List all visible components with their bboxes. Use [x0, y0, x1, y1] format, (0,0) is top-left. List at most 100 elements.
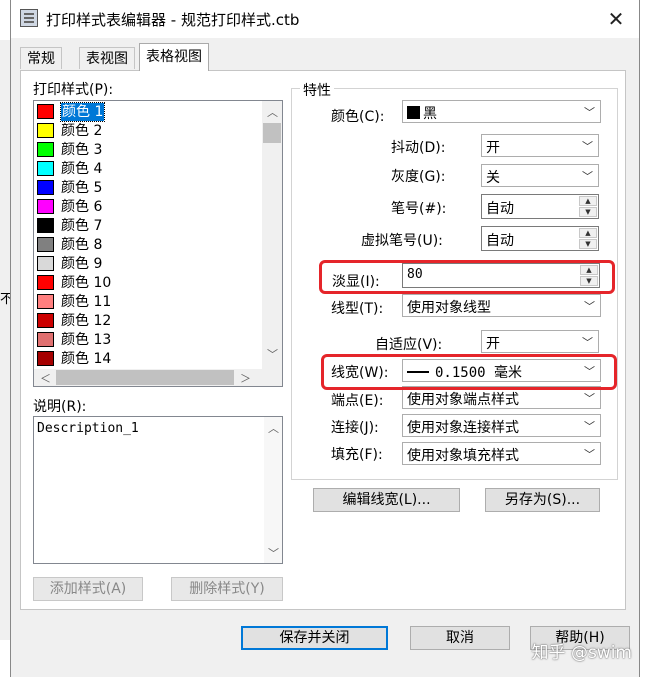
fillstyle-select[interactable]: 使用对象填充样式 ﹀: [402, 442, 601, 465]
endstyle-value: 使用对象端点样式: [407, 392, 519, 408]
list-item-label: 颜色 9: [61, 256, 103, 272]
color-swatch: [37, 142, 54, 157]
tab-form-view[interactable]: 表格视图: [139, 43, 209, 71]
list-item[interactable]: 颜色 6: [36, 198, 260, 217]
close-icon[interactable]: ✕: [603, 6, 629, 32]
spin-down-icon[interactable]: ▼: [579, 207, 597, 217]
joinstyle-value: 使用对象连接样式: [407, 420, 519, 436]
styles-label: 打印样式(P):: [33, 82, 114, 98]
color-swatch: [37, 275, 54, 290]
color-swatch: [37, 180, 54, 195]
spin-down-icon[interactable]: ▼: [579, 239, 597, 249]
spin-up-icon[interactable]: ▲: [579, 196, 597, 206]
list-item-label: 颜色 7: [61, 218, 103, 234]
chevron-down-icon: ﹀: [584, 420, 595, 433]
add-style-button[interactable]: 添加样式(A): [33, 577, 143, 601]
scroll-right-icon[interactable]: ＞: [240, 370, 251, 386]
list-item[interactable]: 颜色 10: [36, 274, 260, 293]
description-value: Description_1: [37, 421, 139, 436]
list-item-label: 颜色 4: [61, 161, 103, 177]
grayscale-value: 关: [486, 170, 500, 186]
save-as-button[interactable]: 另存为(S)...: [485, 488, 600, 512]
list-item[interactable]: 颜色 9: [36, 255, 260, 274]
joinstyle-select[interactable]: 使用对象连接样式 ﹀: [402, 414, 601, 437]
list-item[interactable]: 颜色 5: [36, 179, 260, 198]
scroll-left-icon[interactable]: ＜: [40, 370, 51, 386]
list-item[interactable]: 颜色 12: [36, 312, 260, 331]
list-item-label: 颜色 5: [61, 180, 103, 196]
dither-label: 抖动(D):: [391, 140, 446, 156]
tab-general[interactable]: 常规: [20, 47, 62, 69]
title-bar[interactable]: 打印样式表编辑器 - 规范打印样式.ctb ✕: [11, 0, 639, 38]
list-item-label: 颜色 1: [59, 102, 106, 122]
list-item-label: 颜色 12: [61, 313, 112, 329]
scroll-up-icon[interactable]: ︿: [267, 104, 278, 120]
list-item[interactable]: 颜色 1: [36, 102, 260, 122]
scroll-down-icon[interactable]: ﹀: [268, 545, 279, 561]
properties-title: 特性: [300, 80, 334, 100]
list-item[interactable]: 颜色 7: [36, 217, 260, 236]
list-item-label: 颜色 14: [61, 351, 112, 367]
styles-list[interactable]: 颜色 1 颜色 2 颜色 3 颜色 4 颜色 5 颜色 6 颜色 7 颜色 8 颜色 9 颜色 1…: [33, 100, 283, 387]
grayscale-select[interactable]: 关 ﹀: [481, 164, 599, 187]
chevron-down-icon: ﹀: [584, 392, 595, 405]
list-item-label: 颜色 13: [61, 332, 112, 348]
pen-number-value: 自动: [486, 201, 514, 217]
dither-value: 开: [486, 140, 500, 156]
list-item-label: 颜色 8: [61, 237, 103, 253]
color-swatch: [407, 106, 420, 119]
dither-select[interactable]: 开 ﹀: [481, 134, 599, 157]
save-close-button[interactable]: 保存并关闭: [241, 626, 388, 650]
chevron-down-icon: ﹀: [584, 300, 595, 313]
adaptive-label: 自适应(V):: [375, 337, 443, 353]
edit-lineweights-button[interactable]: 编辑线宽(L)...: [313, 488, 460, 512]
chevron-down-icon: ﹀: [582, 140, 593, 153]
list-item[interactable]: 颜色 11: [36, 293, 260, 312]
dialog-window: 打印样式表编辑器 - 规范打印样式.ctb ✕ 常规 表视图 表格视图 打印样式…: [10, 0, 640, 677]
scroll-up-icon[interactable]: ︿: [268, 420, 279, 436]
list-item-label: 颜色 2: [61, 123, 103, 139]
color-swatch: [37, 294, 54, 309]
list-item[interactable]: 颜色 8: [36, 236, 260, 255]
screening-highlight: [319, 260, 615, 294]
description-scrollbar[interactable]: ︿ ﹀: [264, 417, 282, 563]
color-swatch: [37, 218, 54, 233]
spin-up-icon[interactable]: ▲: [579, 228, 597, 238]
adaptive-select[interactable]: 开 ﹀: [481, 330, 599, 353]
cancel-button[interactable]: 取消: [410, 626, 510, 650]
pen-number-field[interactable]: 自动 ▲ ▼: [481, 194, 599, 219]
list-item-label: 颜色 10: [61, 275, 112, 291]
list-horizontal-scrollbar[interactable]: ＜ ＞: [34, 369, 282, 386]
linetype-select[interactable]: 使用对象线型 ﹀: [402, 294, 601, 317]
scroll-down-icon[interactable]: ﹀: [267, 346, 278, 362]
color-select[interactable]: 黑 ﹀: [402, 100, 601, 123]
color-swatch: [37, 332, 54, 347]
delete-style-button[interactable]: 删除样式(Y): [171, 577, 283, 601]
color-value: 黑: [423, 106, 437, 122]
list-vertical-scrollbar[interactable]: ︿ ﹀: [262, 101, 282, 369]
color-swatch: [37, 237, 54, 252]
color-swatch: [37, 104, 54, 119]
list-item[interactable]: 颜色 14: [36, 350, 260, 369]
list-item[interactable]: 颜色 2: [36, 122, 260, 141]
watermark: 知乎 @swim: [531, 643, 632, 663]
color-swatch: [37, 199, 54, 214]
scroll-thumb[interactable]: [263, 123, 281, 143]
list-item[interactable]: 颜色 3: [36, 141, 260, 160]
color-swatch: [37, 351, 54, 366]
list-item[interactable]: 颜色 13: [36, 331, 260, 350]
fillstyle-label: 填充(F):: [331, 447, 383, 463]
hscroll-thumb[interactable]: [56, 370, 234, 385]
color-swatch: [37, 161, 54, 176]
color-swatch: [37, 313, 54, 328]
list-item-label: 颜色 6: [61, 199, 103, 215]
virtual-pen-label: 虚拟笔号(U):: [361, 233, 443, 249]
list-item[interactable]: 颜色 4: [36, 160, 260, 179]
adaptive-value: 开: [486, 336, 500, 352]
description-field[interactable]: Description_1 ︿ ﹀: [33, 416, 283, 564]
chevron-down-icon: ﹀: [582, 170, 593, 183]
tab-table-view[interactable]: 表视图: [79, 47, 135, 69]
lineweight-highlight: [321, 354, 617, 390]
virtual-pen-field[interactable]: 自动 ▲ ▼: [481, 226, 599, 251]
fillstyle-value: 使用对象填充样式: [407, 448, 519, 464]
